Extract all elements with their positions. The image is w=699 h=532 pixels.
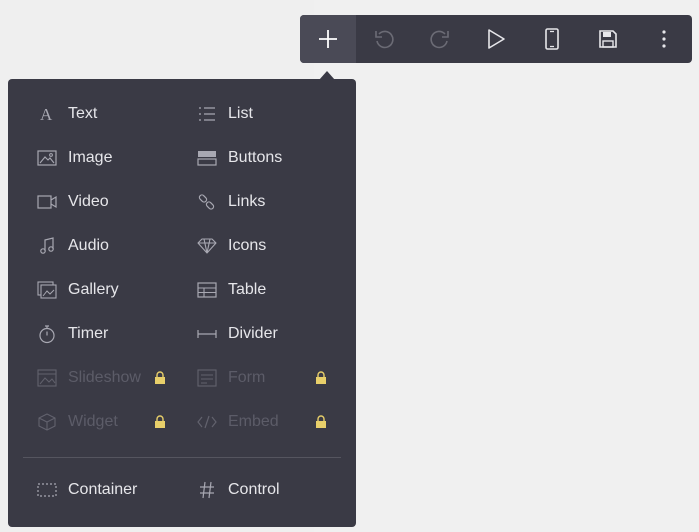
divider-icon <box>196 323 218 345</box>
element-item-text[interactable]: A Text <box>36 99 97 129</box>
element-item-container[interactable]: Container <box>36 475 137 505</box>
form-icon <box>196 367 218 389</box>
hash-icon <box>196 479 218 501</box>
svg-text:A: A <box>40 105 53 123</box>
element-item-audio[interactable]: Audio <box>36 231 109 261</box>
element-item-label: Audio <box>68 237 109 254</box>
element-item-timer[interactable]: Timer <box>36 319 108 349</box>
more-options-button[interactable] <box>636 15 692 63</box>
mobile-view-button[interactable] <box>524 15 580 63</box>
code-icon <box>196 411 218 433</box>
element-item-video[interactable]: Video <box>36 187 109 217</box>
list-icon <box>196 103 218 125</box>
undo-icon <box>375 30 394 49</box>
element-item-label: Divider <box>228 325 278 342</box>
element-item-icons[interactable]: Icons <box>196 231 266 261</box>
element-item-label: Table <box>228 281 267 298</box>
canvas-area <box>314 0 699 532</box>
mobile-icon <box>545 28 559 50</box>
redo-button[interactable] <box>412 15 468 63</box>
element-item-list[interactable]: List <box>196 99 253 129</box>
element-item-divider[interactable]: Divider <box>196 319 278 349</box>
save-button[interactable] <box>580 15 636 63</box>
save-icon <box>599 30 617 48</box>
element-item-label: Control <box>228 481 280 498</box>
element-item-links[interactable]: Links <box>196 187 265 217</box>
element-item-form[interactable]: Form <box>196 363 265 393</box>
element-item-table[interactable]: Table <box>196 275 266 305</box>
element-item-label: Gallery <box>68 281 119 298</box>
element-item-label: Icons <box>228 237 267 254</box>
element-item-slideshow[interactable]: Slideshow <box>36 363 141 393</box>
plus-icon <box>319 30 337 48</box>
element-item-label: Text <box>68 105 98 122</box>
element-item-label: Timer <box>68 325 109 342</box>
element-item-label: Buttons <box>228 149 283 166</box>
add-element-button[interactable] <box>300 15 356 63</box>
buttons-icon <box>196 147 218 169</box>
play-icon <box>488 29 505 49</box>
image-icon <box>36 147 58 169</box>
preview-button[interactable] <box>468 15 524 63</box>
element-item-label: Image <box>68 149 113 166</box>
video-icon <box>36 191 58 213</box>
music-icon <box>36 235 58 257</box>
element-item-control[interactable]: Control <box>196 475 280 505</box>
diamond-icon <box>196 235 218 257</box>
panel-divider <box>23 457 341 458</box>
container-icon <box>36 479 58 501</box>
undo-button[interactable] <box>356 15 412 63</box>
lock-icon <box>154 415 166 429</box>
element-item-label: Embed <box>228 413 279 430</box>
element-item-gallery[interactable]: Gallery <box>36 275 119 305</box>
redo-icon <box>430 30 449 49</box>
lock-icon <box>315 415 327 429</box>
element-item-image[interactable]: Image <box>36 143 112 173</box>
link-icon <box>196 191 218 213</box>
slideshow-icon <box>36 367 58 389</box>
element-item-label: Slideshow <box>68 369 141 386</box>
element-item-label: Container <box>68 481 138 498</box>
element-item-widget[interactable]: Widget <box>36 407 118 437</box>
element-item-label: Widget <box>68 413 118 430</box>
editor-toolbar <box>300 15 692 63</box>
stopwatch-icon <box>36 323 58 345</box>
element-item-embed[interactable]: Embed <box>196 407 279 437</box>
gallery-icon <box>36 279 58 301</box>
element-item-label: Links <box>228 193 266 210</box>
element-item-label: Video <box>68 193 109 210</box>
element-item-label: Form <box>228 369 266 386</box>
table-icon <box>196 279 218 301</box>
cube-icon <box>36 411 58 433</box>
lock-icon <box>315 371 327 385</box>
lock-icon <box>154 371 166 385</box>
element-item-label: List <box>228 105 253 122</box>
element-item-buttons[interactable]: Buttons <box>196 143 282 173</box>
text-icon: A <box>36 103 58 125</box>
add-element-panel: A Text List Image Buttons Video Links Au… <box>8 79 356 527</box>
more-vertical-icon <box>662 30 666 48</box>
